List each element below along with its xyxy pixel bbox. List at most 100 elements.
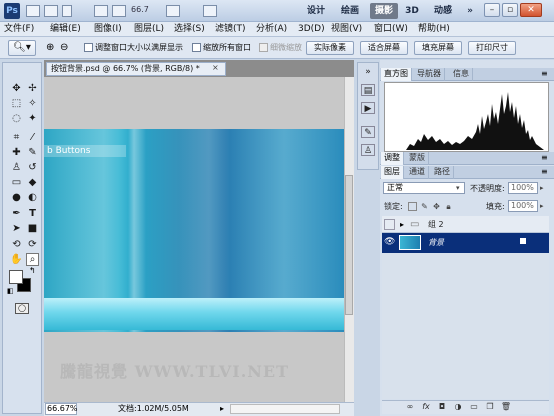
magic-wand-icon[interactable]: ✦ (26, 112, 39, 125)
menu-select[interactable]: 选择(S) (174, 23, 205, 36)
zoom-out-icon[interactable]: ⊖ (60, 42, 68, 54)
close-icon[interactable]: ✕ (520, 3, 542, 17)
foreground-color-swatch[interactable] (9, 270, 23, 284)
menu-help[interactable]: 帮助(H) (418, 23, 450, 36)
history-brush-icon[interactable]: ↺ (26, 161, 39, 174)
workspace-motion[interactable]: 动感 (428, 3, 458, 19)
lock-transparent-icon[interactable] (408, 202, 417, 211)
crop-tool-icon[interactable]: ⌗ (10, 131, 23, 144)
move-tool-icon[interactable]: ✥ (10, 82, 23, 95)
menu-filter[interactable]: 滤镜(T) (215, 23, 246, 36)
menu-file[interactable]: 文件(F) (4, 23, 34, 36)
view-extras-icon[interactable] (62, 5, 72, 17)
new-layer-icon[interactable]: ❐ (484, 401, 496, 413)
vertical-scroll-thumb[interactable] (345, 175, 353, 315)
menu-layer[interactable]: 图层(L) (134, 23, 164, 36)
lock-image-icon[interactable]: ✎ (420, 202, 429, 211)
blur-tool-icon[interactable]: ● (10, 191, 23, 204)
link-icon[interactable]: ∞ (404, 401, 416, 413)
document-tab[interactable]: 按钮背景.psd @ 66.7% (背景, RGB/8) * (46, 62, 226, 76)
opacity-arrow-icon[interactable]: ▸ (540, 183, 544, 193)
clone-stamp-icon[interactable]: ♙ (10, 161, 23, 174)
close-document-icon[interactable]: × (212, 63, 219, 72)
swap-colors-icon[interactable]: ↰ (29, 266, 36, 275)
fx-icon[interactable]: fx (420, 401, 432, 413)
screen-mode-icon[interactable] (203, 5, 217, 17)
menu-view[interactable]: 视图(V) (331, 23, 362, 36)
document-size-info[interactable]: 文档:1.02M/5.05M (118, 404, 189, 414)
tab-layers[interactable]: 图层 (381, 166, 404, 179)
artboard-icon[interactable]: ✢ (26, 82, 39, 95)
horizontal-scrollbar[interactable] (230, 404, 340, 414)
adjustment-icon[interactable]: ◑ (452, 401, 464, 413)
brush-tool-icon[interactable]: ✎ (26, 146, 39, 159)
quick-mask-icon[interactable]: ◯ (15, 303, 29, 314)
lock-position-icon[interactable]: ✥ (432, 202, 441, 211)
hand-tool-icon[interactable]: ✋ (10, 253, 23, 266)
workspace-painting[interactable]: 绘画 (336, 3, 364, 19)
healing-brush-icon[interactable]: ✚ (10, 146, 23, 159)
group-expand-icon[interactable]: ▸ (400, 219, 404, 230)
restore-icon[interactable]: ▫ (502, 3, 518, 17)
mini-bridge-icon[interactable] (44, 5, 58, 17)
blend-mode-select[interactable]: 正常 (383, 182, 465, 194)
adjustments-menu-icon[interactable]: ≡ (541, 153, 548, 163)
menu-edit[interactable]: 编辑(E) (50, 23, 81, 36)
zoom-level-icon[interactable] (112, 5, 126, 17)
tab-navigator[interactable]: 导航器 (414, 68, 445, 81)
fill-field[interactable]: 100% (508, 200, 538, 212)
zoom-level-value[interactable]: 66.7 (131, 5, 149, 14)
3d-rotate-icon[interactable]: ⟲ (10, 238, 23, 251)
layer-name-background[interactable]: 背景 (428, 237, 444, 248)
scrubby-zoom-checkbox[interactable] (259, 43, 268, 52)
hand-tool-icon[interactable] (94, 5, 108, 17)
tab-adjustments[interactable]: 调整 (381, 152, 404, 165)
status-menu-arrow-icon[interactable]: ▸ (220, 404, 224, 414)
dock-collapse-icon[interactable]: » (361, 66, 375, 78)
clone-source-panel-icon[interactable]: ♙ (361, 144, 375, 156)
tab-info[interactable]: 信息 (450, 68, 473, 81)
minimize-icon[interactable]: – (484, 3, 500, 17)
menu-window[interactable]: 窗口(W) (374, 23, 408, 36)
lasso-tool-icon[interactable]: ◌ (10, 112, 23, 125)
marquee-tool-icon[interactable]: ⬚ (10, 97, 23, 110)
pen-tool-icon[interactable]: ✒ (10, 207, 23, 220)
path-select-icon[interactable]: ➤ (10, 222, 23, 235)
menu-analysis[interactable]: 分析(A) (256, 23, 287, 36)
mask-icon[interactable]: ◘ (436, 401, 448, 413)
tool-preset-picker[interactable]: 🔍︎▾ (8, 40, 36, 56)
zoom-all-windows-checkbox[interactable] (192, 43, 201, 52)
default-colors-icon[interactable]: ◧ (7, 287, 14, 295)
opacity-field[interactable]: 100% (508, 182, 538, 194)
group-visibility-toggle[interactable] (384, 219, 395, 230)
brushes-panel-icon[interactable]: ✎ (361, 126, 375, 138)
tab-paths[interactable]: 路径 (431, 166, 454, 179)
actual-pixels-button[interactable]: 实际像素 (306, 41, 354, 55)
lock-all-icon[interactable]: 🔒︎ (444, 202, 453, 211)
type-tool-icon[interactable]: T (26, 207, 39, 220)
dodge-tool-icon[interactable]: ◐ (26, 191, 39, 204)
workspace-design[interactable]: 设计 (302, 3, 330, 19)
workspace-photography[interactable]: 摄影 (370, 3, 398, 19)
fit-screen-button[interactable]: 适合屏幕 (360, 41, 408, 55)
menu-image[interactable]: 图像(I) (94, 23, 122, 36)
layer-name-group[interactable]: 组 2 (428, 219, 444, 230)
quick-select-icon[interactable]: ✧ (26, 97, 39, 110)
actions-panel-icon[interactable]: ▶ (361, 102, 375, 114)
menu-3d[interactable]: 3D(D) (298, 23, 325, 36)
layers-menu-icon[interactable]: ≡ (541, 167, 548, 177)
workspace-3d[interactable]: 3D (402, 3, 422, 19)
shape-tool-icon[interactable]: ■ (26, 222, 39, 235)
zoom-field[interactable]: 66.67% (45, 403, 78, 415)
eyedropper-icon[interactable]: ⁄ (26, 131, 39, 144)
tab-channels[interactable]: 通道 (406, 166, 429, 179)
fill-arrow-icon[interactable]: ▸ (540, 201, 544, 211)
histogram-menu-icon[interactable]: ≡ (541, 69, 548, 79)
fill-screen-button[interactable]: 填充屏幕 (414, 41, 462, 55)
paint-bucket-icon[interactable]: ◆ (26, 176, 39, 189)
3d-orbit-icon[interactable]: ⟳ (26, 238, 39, 251)
layer-row-group[interactable] (382, 216, 549, 233)
resize-windows-checkbox[interactable] (84, 43, 93, 52)
workspace-more-icon[interactable]: » (464, 3, 476, 19)
trash-icon[interactable]: 🗑︎ (500, 401, 512, 413)
